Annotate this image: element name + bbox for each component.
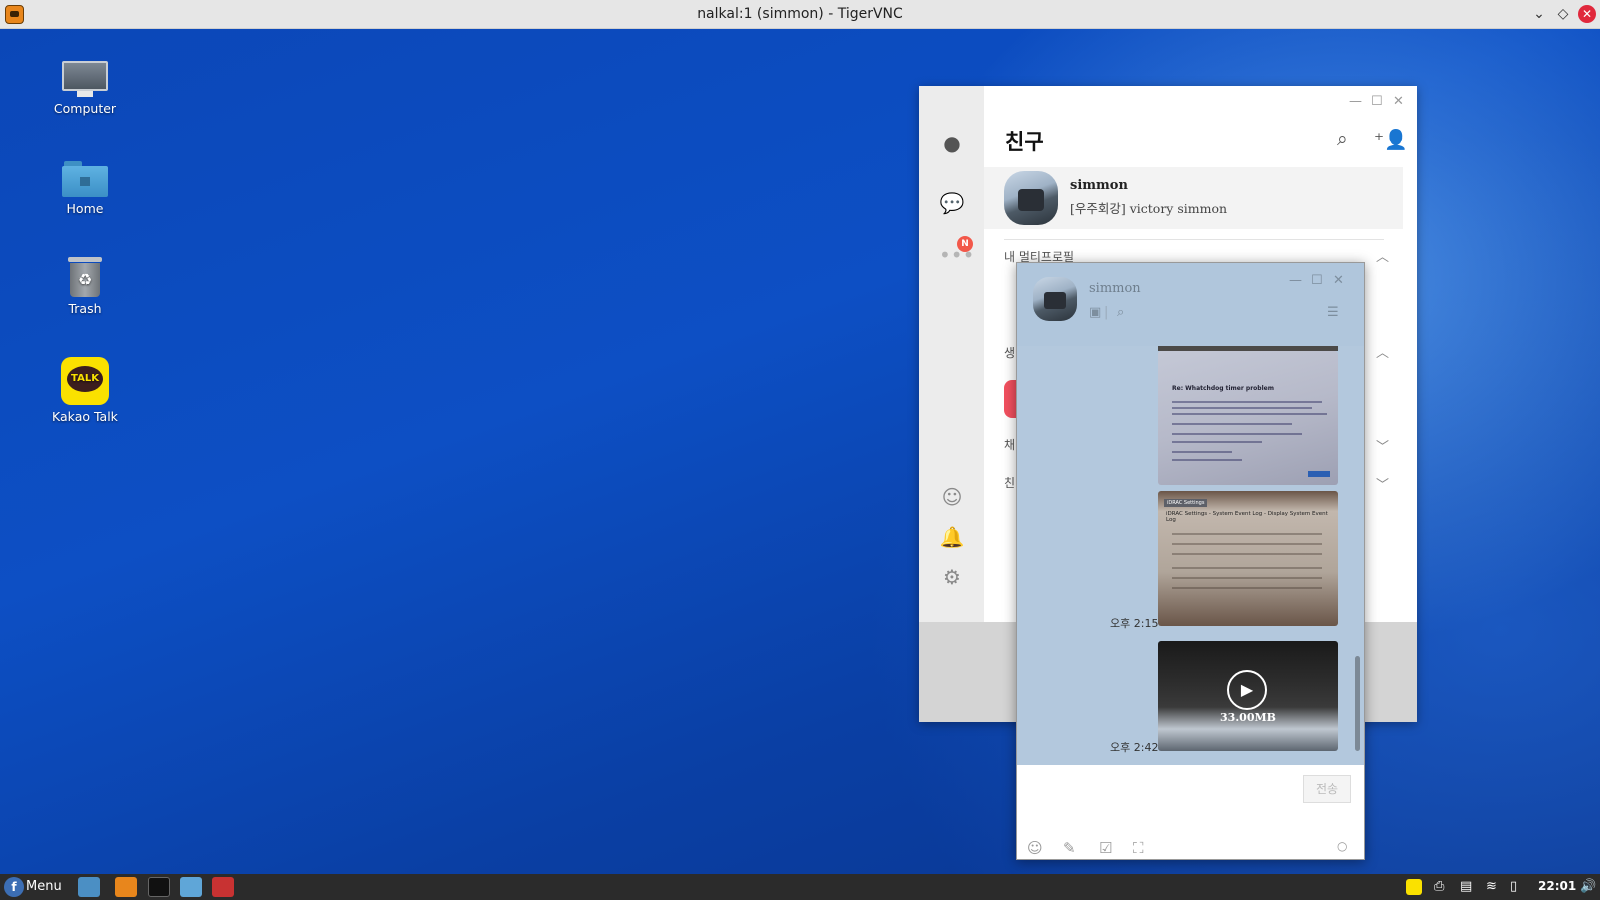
vnc-title-bar: nalkal:1 (simmon) - TigerVNC ⌄ ◇ ✕ xyxy=(0,0,1600,29)
search-icon[interactable]: ⌕ xyxy=(1117,305,1124,320)
friends-tab-icon[interactable]: ● xyxy=(939,130,965,156)
maximize-icon[interactable]: ☐ xyxy=(1311,273,1323,288)
chat-header: simmon ▣ | ⌕ ☰ — ☐ ✕ xyxy=(1017,263,1364,346)
taskbar: f Menu ⎙ ▤ ≋ ▯ 22:01 🔊 xyxy=(0,874,1600,900)
desktop-icon-home[interactable]: Home xyxy=(40,161,130,216)
desktop-icon-trash[interactable]: ♻ Trash xyxy=(40,257,130,316)
chevron-down-icon[interactable]: ﹀ xyxy=(1376,436,1389,455)
clipboard-icon[interactable]: ▤ xyxy=(1460,879,1472,894)
chat-messages[interactable]: Re: Whatchdog timer problem iDRAC Settin… xyxy=(1017,346,1364,765)
avatar[interactable] xyxy=(1033,277,1077,321)
close-icon[interactable]: ✕ xyxy=(1393,94,1404,109)
chevron-up-icon[interactable]: ︿ xyxy=(1376,342,1389,361)
search-icon[interactable]: ⌕ xyxy=(1337,128,1348,150)
video-camera-icon[interactable]: ▶ xyxy=(1227,670,1267,710)
bell-icon[interactable]: 🔔 xyxy=(939,524,965,550)
desktop-icon-label: Home xyxy=(66,201,104,216)
drawer-icon[interactable]: ▣ xyxy=(1089,305,1101,320)
gear-icon[interactable]: ⚙ xyxy=(939,564,965,590)
kakaotalk-icon: TALK xyxy=(61,357,109,405)
fedora-icon: f xyxy=(4,877,24,897)
message-time: 오후 2:42 xyxy=(1110,741,1159,754)
doc-title: iDRAC Settings - System Event Log - Disp… xyxy=(1166,511,1328,523)
window-title: nalkal:1 (simmon) - TigerVNC xyxy=(697,6,903,22)
tigervnc-taskbar-icon[interactable] xyxy=(115,877,137,897)
show-desktop-icon[interactable] xyxy=(78,877,100,897)
section-birthday[interactable]: 생 xyxy=(1004,344,1015,361)
wifi-icon[interactable]: ≋ xyxy=(1486,879,1497,894)
doc-title: Re: Whatchdog timer problem xyxy=(1172,385,1274,392)
clock[interactable]: 22:01 xyxy=(1538,879,1576,893)
computer-icon xyxy=(62,61,108,97)
my-profile[interactable]: simmon [우주회강] victory simmon xyxy=(984,167,1403,229)
desktop-icon-kakaotalk[interactable]: TALK Kakao Talk xyxy=(40,357,130,424)
capture-icon[interactable]: ⛶ xyxy=(1133,839,1144,857)
image-message-idrac-screenshot[interactable]: iDRAC Settings iDRAC Settings - System E… xyxy=(1158,491,1338,626)
send-button[interactable]: 전송 xyxy=(1303,775,1351,803)
emoticon-icon[interactable]: ☺ xyxy=(939,484,965,510)
chevron-down-icon[interactable]: ﹀ xyxy=(1376,474,1389,493)
attach-icon[interactable]: ✎ xyxy=(1063,839,1076,857)
trash-icon: ♻ xyxy=(68,257,102,297)
video-size: 33.00MB xyxy=(1220,711,1276,724)
message-input[interactable]: 전송 ☺ ✎ ☑ ⛶ ○ xyxy=(1017,765,1364,859)
divider xyxy=(1004,239,1384,240)
minimize-icon[interactable]: — xyxy=(1349,94,1362,109)
avatar xyxy=(1004,171,1058,225)
section-friends[interactable]: 친 xyxy=(1004,474,1015,491)
battery-icon[interactable]: ▯ xyxy=(1510,879,1517,894)
file-manager-icon[interactable] xyxy=(180,877,202,897)
emoticon-icon[interactable]: ☺ xyxy=(1027,839,1043,857)
close-icon[interactable]: ✕ xyxy=(1333,273,1344,288)
terminal-icon[interactable] xyxy=(148,877,170,897)
section-channel[interactable]: 채 xyxy=(1004,436,1015,453)
maximize-icon[interactable]: ☐ xyxy=(1371,94,1383,109)
menu-icon[interactable]: ☰ xyxy=(1327,305,1339,320)
chevron-up-icon[interactable]: ︿ xyxy=(1376,246,1389,265)
kakaotalk-tray-icon[interactable] xyxy=(1406,879,1422,895)
desktop-icon-label: Computer xyxy=(53,101,117,116)
close-button[interactable]: ✕ xyxy=(1578,5,1596,23)
profile-status: [우주회강] victory simmon xyxy=(1070,201,1228,216)
profile-name: simmon xyxy=(1070,178,1128,193)
printer-icon[interactable]: ⎙ xyxy=(1434,879,1444,894)
message-time: 오후 2:15 xyxy=(1110,617,1159,630)
chats-tab-icon[interactable]: 💬 xyxy=(939,190,965,216)
volume-icon[interactable]: 🔊 xyxy=(1580,879,1596,894)
desktop-icon-label: Trash xyxy=(68,301,102,316)
menu-label: Menu xyxy=(26,879,62,894)
doc-header: iDRAC Settings xyxy=(1164,499,1208,507)
minimize-chevron-icon[interactable]: ⌄ xyxy=(1530,5,1548,23)
scrollbar[interactable] xyxy=(1355,656,1360,751)
separator: | xyxy=(1104,305,1109,320)
calendar-icon[interactable]: ☑ xyxy=(1099,839,1112,857)
kakaotalk-sidebar: ● 💬 ••• N ☺ 🔔 ⚙ xyxy=(919,86,984,622)
chat-window: simmon ▣ | ⌕ ☰ — ☐ ✕ Re: Whatchdog timer… xyxy=(1016,262,1365,860)
image-message-email-screenshot[interactable]: Re: Whatchdog timer problem xyxy=(1158,351,1338,485)
minimize-icon[interactable]: — xyxy=(1289,273,1302,288)
desktop-icon-label: Kakao Talk xyxy=(52,409,118,424)
page-title: 친구 xyxy=(1005,130,1044,154)
desktop-icon-computer[interactable]: Computer xyxy=(40,61,130,116)
status-circle-icon[interactable]: ○ xyxy=(1337,839,1347,853)
kakaotalk-window-icon[interactable] xyxy=(212,877,234,897)
video-message[interactable]: ▶ 33.00MB xyxy=(1158,641,1338,751)
maximize-icon[interactable]: ◇ xyxy=(1554,5,1572,23)
chat-partner-name: simmon xyxy=(1089,281,1141,296)
add-friend-icon[interactable]: ⁺👤 xyxy=(1374,128,1408,151)
home-folder-icon xyxy=(62,161,108,197)
notification-badge: N xyxy=(957,236,973,252)
start-menu-button[interactable]: f Menu xyxy=(4,876,62,898)
